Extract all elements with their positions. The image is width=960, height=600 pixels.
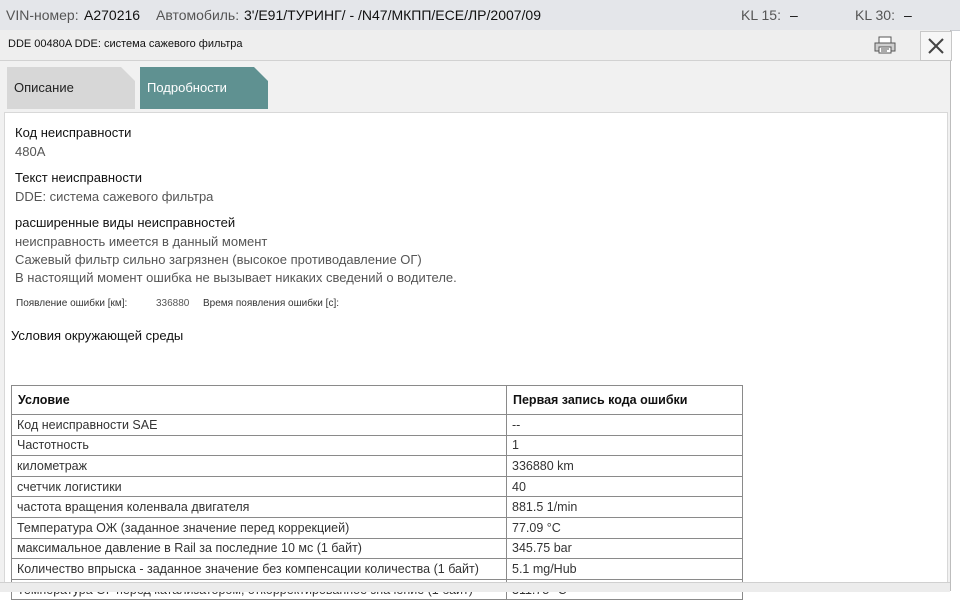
tab-description[interactable]: Описание (7, 67, 135, 109)
table-row: максимальное давление в Rail за последни… (11, 537, 743, 560)
condition-name: Частотность (11, 434, 507, 457)
condition-value: -- (506, 414, 743, 436)
condition-name: Количество впрыска - заданное значение б… (11, 558, 507, 580)
vin-value: A270216 (84, 7, 141, 23)
condition-value: 40 (506, 475, 743, 498)
table-row: Частотность 1 (11, 434, 743, 457)
vehicle-info-bar: VIN-номер: A270216 Автомобиль: 3'/E91/ТУ… (0, 0, 960, 31)
kl15-label: KL 15: (741, 7, 781, 23)
kl30-label: KL 30: (855, 7, 895, 23)
close-icon (928, 38, 944, 54)
occurrence-time-label: Время появления ошибки [с]: (203, 298, 340, 309)
fault-text-label: Текст неисправности (15, 170, 143, 185)
fault-code-label: Код неисправности (15, 125, 132, 140)
occurrence-km-value: 336880 (156, 298, 190, 309)
table-row: счетчик логистики 40 (11, 475, 743, 498)
kl15-value: – (790, 7, 798, 23)
details-panel: Код неисправности 480A Текст неисправнос… (4, 112, 948, 600)
car-label: Автомобиль: (156, 7, 240, 23)
condition-value: 881.5 1/min (506, 496, 743, 518)
table-row: частота вращения коленвала двигателя 881… (11, 496, 743, 518)
condition-name: счетчик логистики (11, 475, 507, 498)
condition-name: километраж (11, 455, 507, 477)
table-row: Температура ОЖ (заданное значение перед … (11, 516, 743, 539)
condition-name: Код неисправности SAE (11, 414, 507, 436)
conditions-table: Условие Первая запись кода ошибки Код не… (11, 385, 743, 600)
condition-value: 77.09 °C (506, 516, 743, 539)
condition-value: 1 (506, 434, 743, 457)
tab-details[interactable]: Подробности (140, 67, 268, 109)
condition-value: 5.1 mg/Hub (506, 558, 743, 580)
condition-name: частота вращения коленвала двигателя (11, 496, 507, 518)
table-row: Код неисправности SAE -- (11, 414, 743, 436)
print-button[interactable] (868, 32, 902, 58)
vin-label: VIN-номер: (6, 7, 79, 23)
fault-text-value: DDE: система сажевого фильтра (15, 189, 214, 204)
extended-fault-line: неисправность имеется в данный момент (15, 234, 268, 249)
dialog-title-bar: DDE 00480A DDE: система сажевого фильтра (0, 30, 952, 61)
table-row: Количество впрыска - заданное значение б… (11, 558, 743, 580)
condition-value: 336880 km (506, 455, 743, 477)
occurrence-km-label: Появление ошибки [км]: (16, 298, 128, 309)
car-value: 3'/E91/ТУРИНГ/ - /N47/МКПП/ЕСЕ/ЛР/2007/0… (244, 7, 542, 23)
fault-details-dialog: DDE 00480A DDE: система сажевого фильтра… (0, 30, 952, 600)
column-header-condition: Условие (11, 385, 507, 415)
conditions-heading: Условия окружающей среды (11, 328, 184, 343)
dialog-title: DDE 00480A DDE: система сажевого фильтра (8, 38, 243, 50)
fault-code-value: 480A (15, 144, 46, 159)
close-button[interactable] (920, 31, 952, 61)
extended-fault-line: Сажевый фильтр сильно загрязнен (высокое… (15, 252, 422, 267)
condition-name: Температура ОЖ (заданное значение перед … (11, 516, 507, 539)
extended-faults-label: расширенные виды неисправностей (15, 215, 236, 230)
condition-value: 345.75 bar (506, 537, 743, 560)
kl30-value: – (904, 7, 912, 23)
column-header-first-record: Первая запись кода ошибки (506, 385, 743, 415)
table-row: километраж 336880 km (11, 455, 743, 477)
extended-fault-line: В настоящий момент ошибка не вызывает ни… (15, 270, 457, 285)
condition-name: максимальное давление в Rail за последни… (11, 537, 507, 560)
table-header-row: Условие Первая запись кода ошибки (11, 385, 743, 415)
printer-icon (874, 36, 896, 54)
